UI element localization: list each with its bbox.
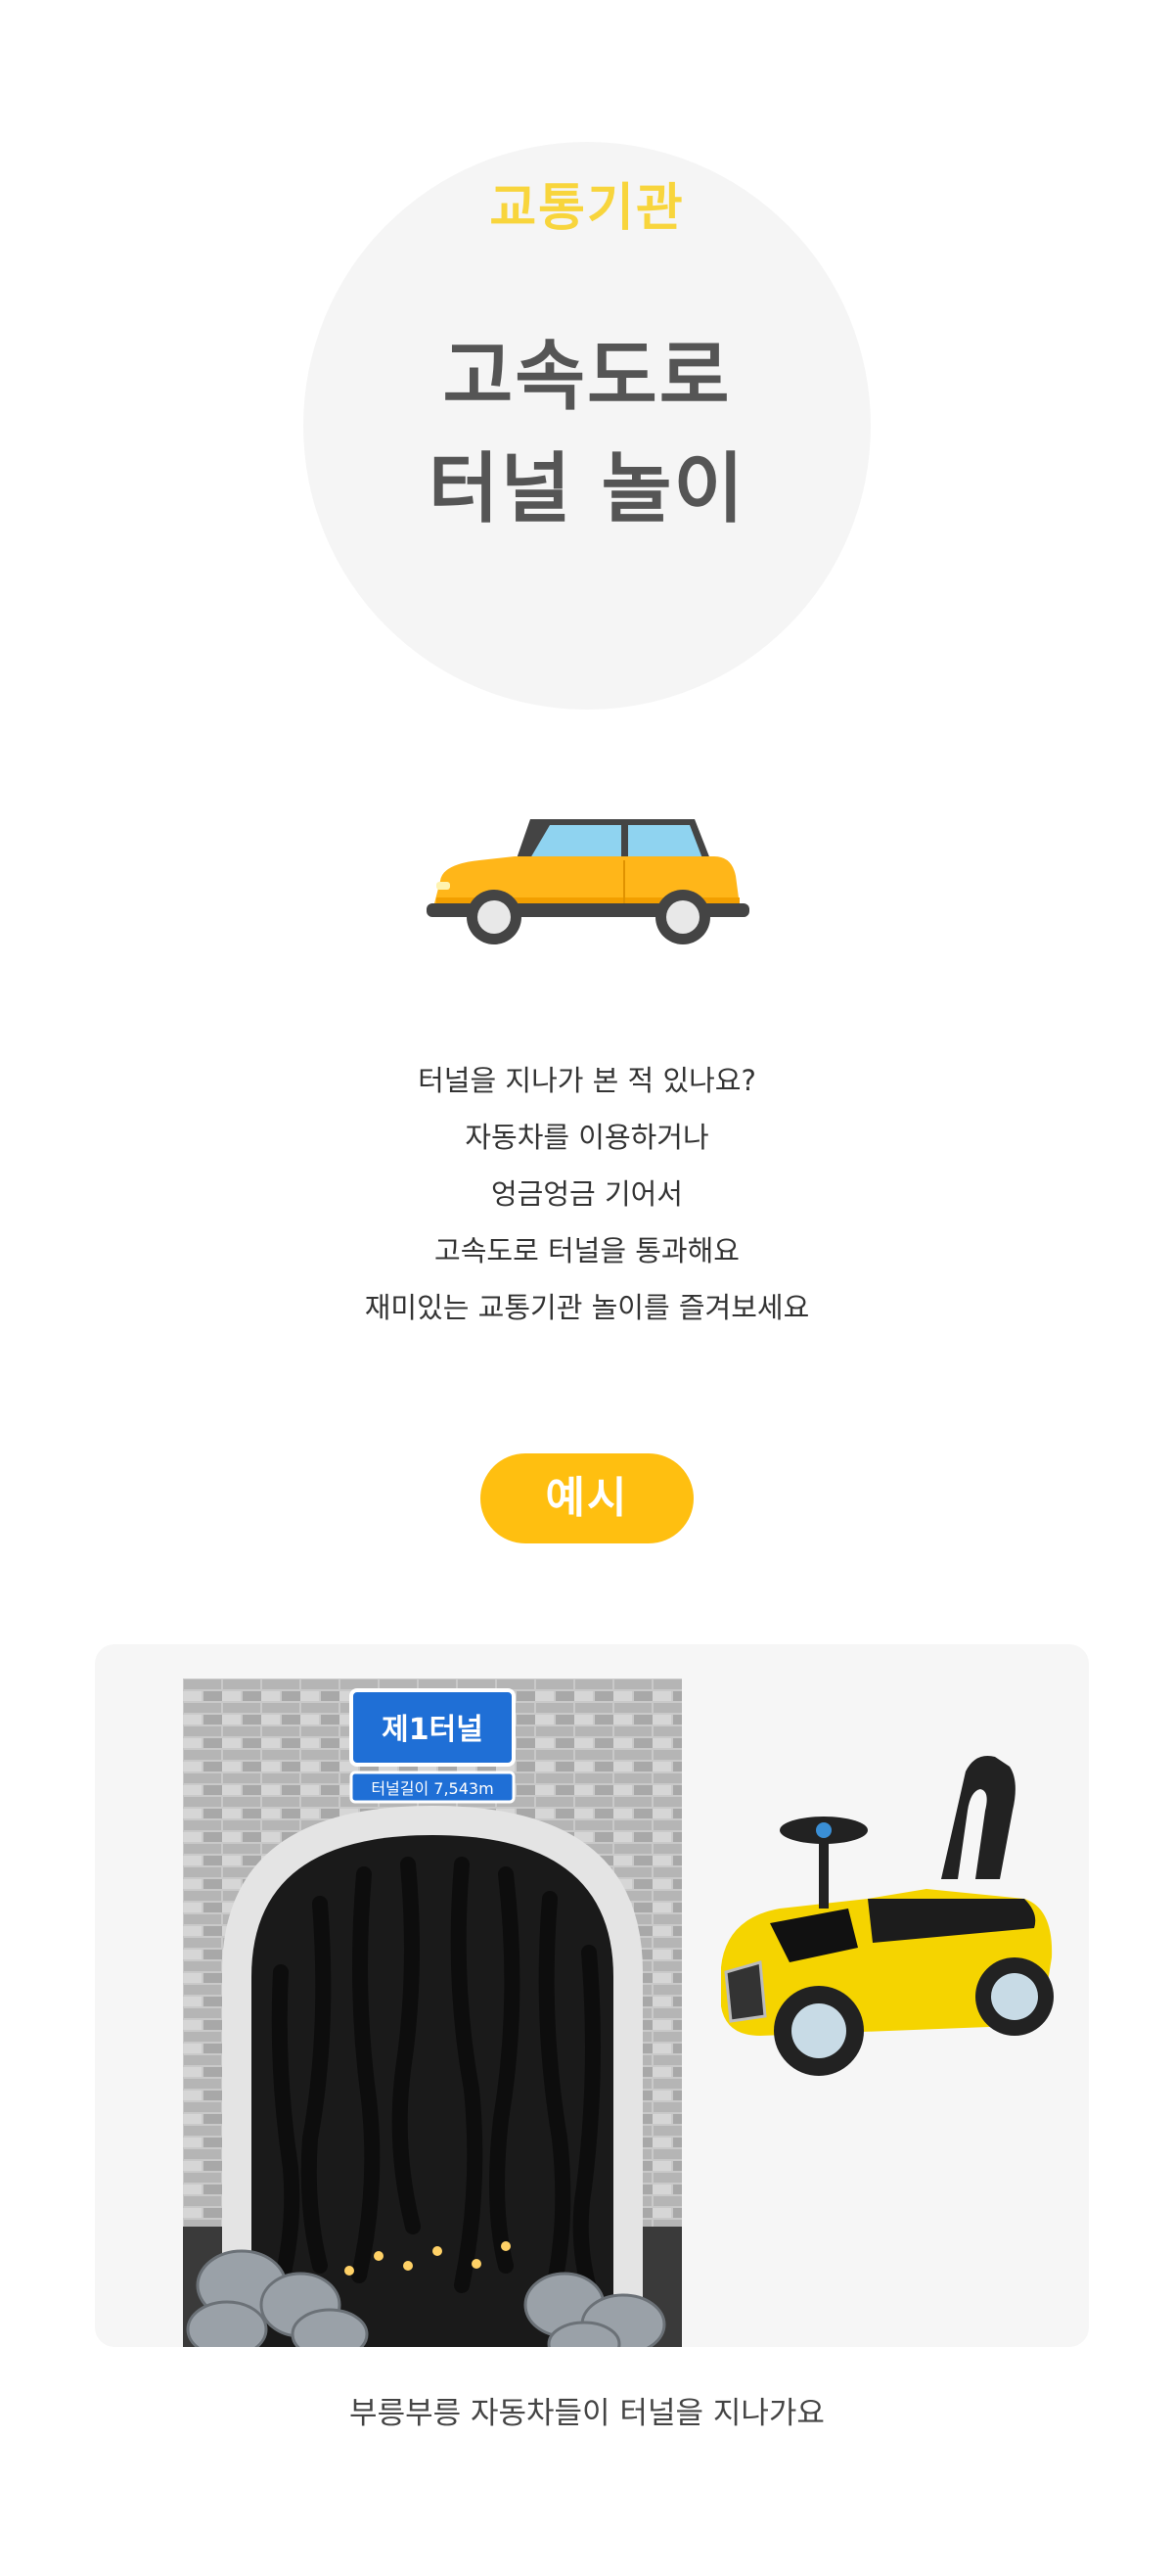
description-line: 재미있는 교통기관 놀이를 즐겨보세요 xyxy=(364,1291,810,1324)
tunnel-photo-icon: 제1터널 터널길이 7,543m xyxy=(183,1679,682,2347)
description-line: 고속도로 터널을 통과해요 xyxy=(434,1234,740,1267)
description-line: 터널을 지나가 본 적 있나요? xyxy=(418,1064,756,1097)
photo-caption: 부릉부릉 자동차들이 터널을 지나가요 xyxy=(349,2396,825,2431)
description-line: 자동차를 이용하거나 xyxy=(465,1121,709,1154)
page-title-line-1: 고속도로 xyxy=(442,333,732,421)
description-line: 엉금엉금 기어서 xyxy=(491,1177,683,1211)
example-photo-card: 제1터널 터널길이 7,543m xyxy=(95,1644,1089,2347)
category-label: 교통기관 xyxy=(489,179,685,238)
description-text: 터널을 지나가 본 적 있나요? 자동차를 이용하거나 엉금엉금 기어서 고속도… xyxy=(0,1052,1174,1336)
ride-on-car-photo-icon xyxy=(721,1756,1054,2076)
tunnel-sign-length: 터널길이 7,543m xyxy=(371,1779,493,1798)
example-badge: 예시 xyxy=(480,1453,694,1543)
page-title-line-2: 터널 놀이 xyxy=(428,445,746,533)
tunnel-sign-name: 제1터널 xyxy=(382,1713,483,1747)
car-illustration-icon xyxy=(427,807,749,944)
